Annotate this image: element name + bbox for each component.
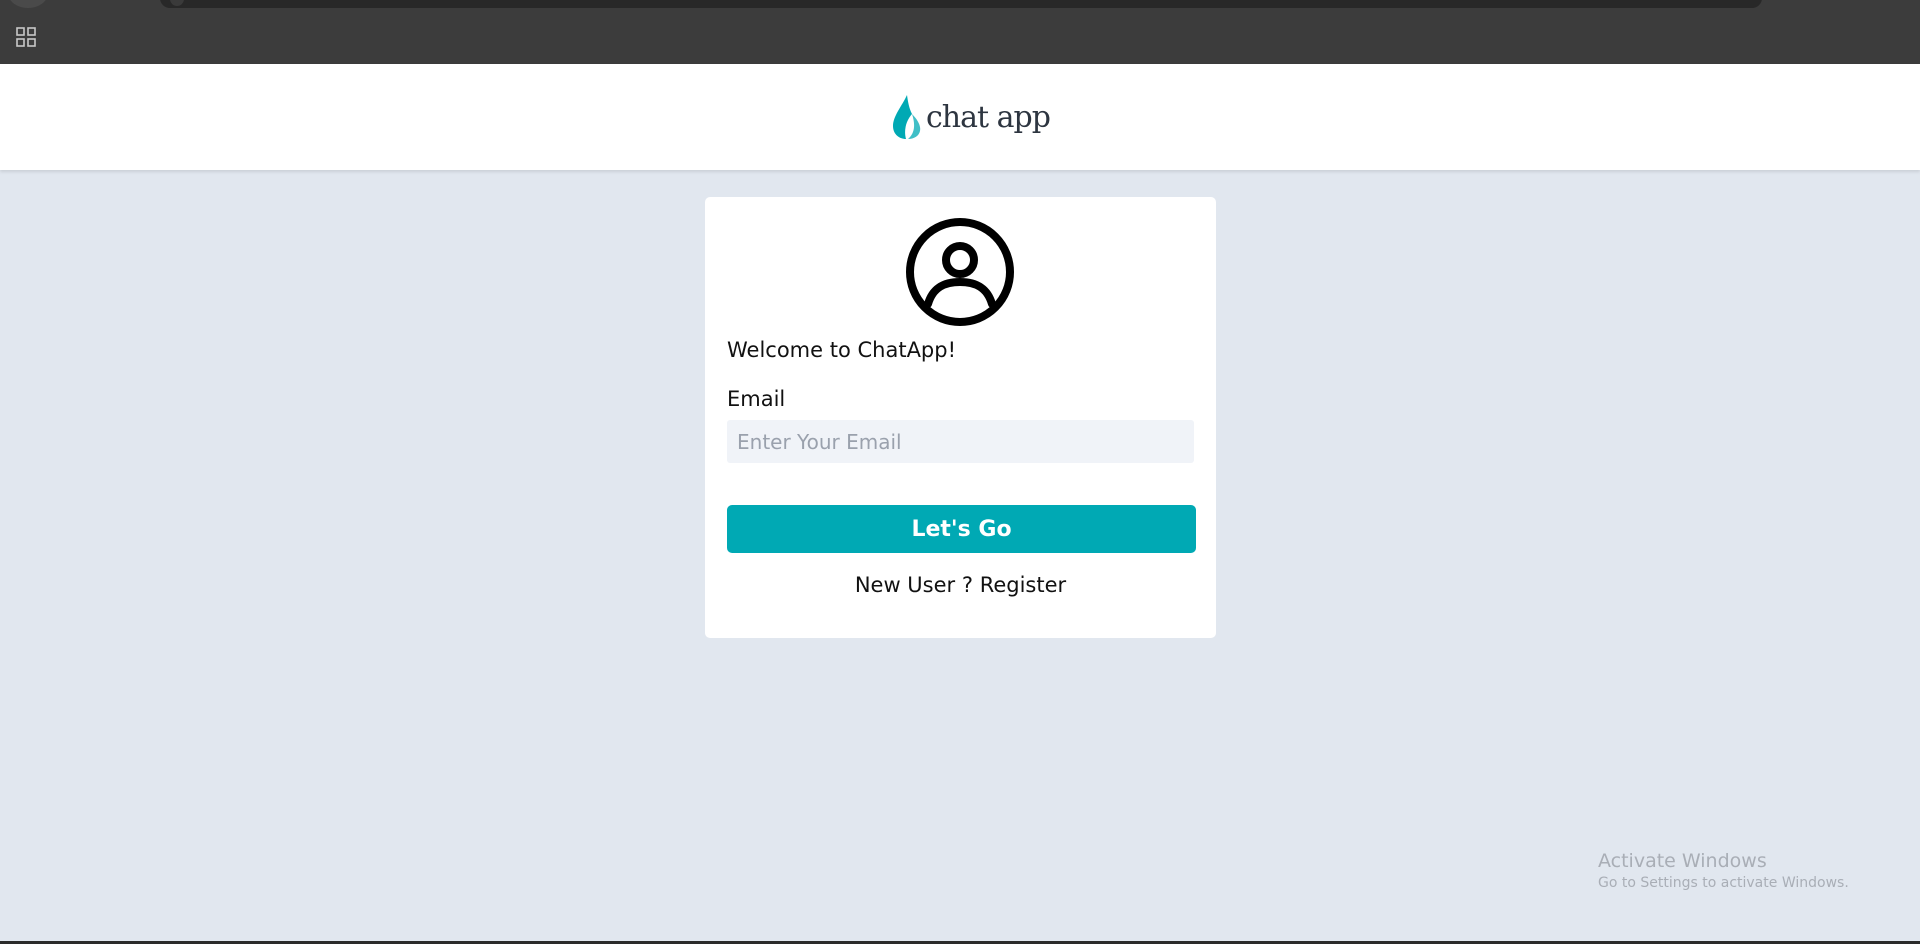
watermark-subtitle: Go to Settings to activate Windows. [1598, 875, 1849, 891]
app-header: chat app [0, 64, 1920, 170]
address-bar[interactable] [160, 0, 1762, 8]
watermark-title: Activate Windows [1598, 850, 1767, 872]
login-card: Welcome to ChatApp! Email Let's Go New U… [705, 197, 1216, 638]
register-prompt: New User ? Register [705, 573, 1216, 597]
browser-toolbar [0, 0, 1920, 64]
email-field[interactable] [727, 420, 1194, 463]
logo-text: chat app [926, 100, 1051, 135]
email-label: Email [727, 387, 786, 411]
browser-tab-button[interactable] [8, 0, 48, 8]
welcome-heading: Welcome to ChatApp! [727, 338, 957, 362]
site-info-icon[interactable] [170, 0, 184, 6]
register-link[interactable]: Register [980, 573, 1066, 597]
drop-logo-icon [893, 95, 921, 139]
user-circle-icon [906, 218, 1014, 326]
app-logo[interactable]: chat app [892, 94, 1051, 140]
windows-activation-watermark: Activate Windows Go to Settings to activ… [1598, 849, 1849, 893]
register-prefix: New User ? [854, 573, 973, 597]
lets-go-button[interactable]: Let's Go [727, 505, 1196, 553]
apps-grid-icon[interactable] [16, 27, 36, 47]
